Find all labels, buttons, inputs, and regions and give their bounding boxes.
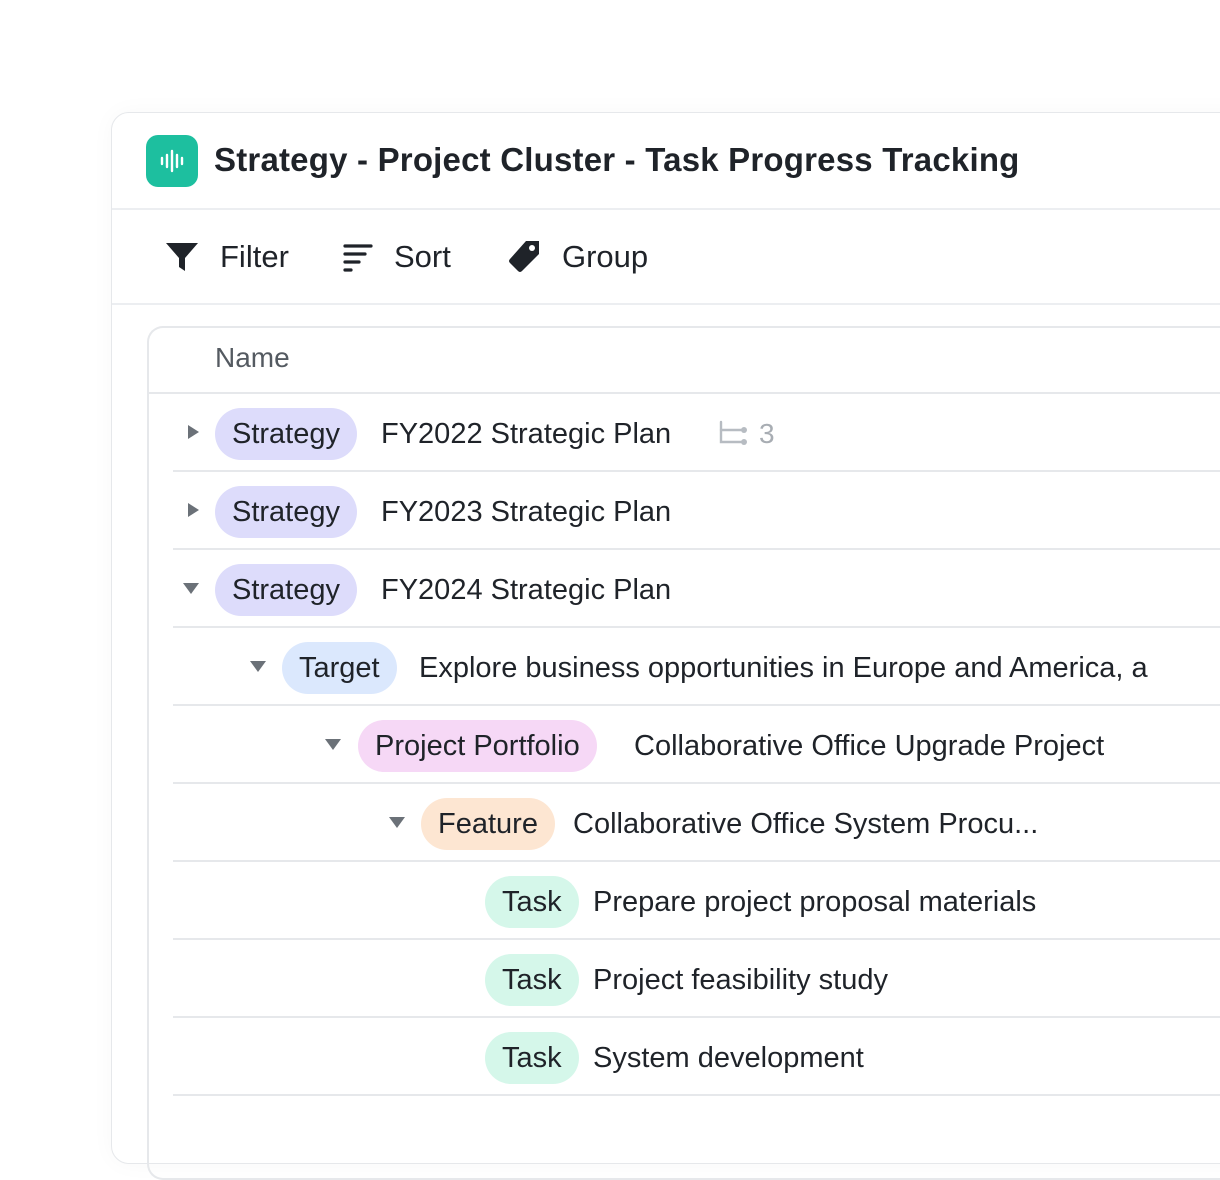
toolbar: Filter Sort Group: [112, 210, 1220, 305]
caret-right-icon[interactable]: [183, 500, 203, 520]
type-tag: Feature: [421, 798, 555, 850]
sort-label: Sort: [394, 238, 451, 274]
type-tag: Strategy: [215, 486, 357, 538]
type-tag: Task: [485, 954, 579, 1006]
row-title: Explore business opportunities in Europe…: [419, 652, 1148, 684]
row-title: FY2024 Strategic Plan: [381, 574, 672, 606]
tag-icon: [509, 240, 539, 272]
table-row[interactable]: Feature Collaborative Office System Proc…: [173, 784, 1220, 862]
table-row[interactable]: Strategy FY2023 Strategic Plan: [173, 472, 1220, 550]
row-title: System development: [593, 1042, 864, 1074]
caret-down-icon[interactable]: [181, 578, 201, 598]
group-button[interactable]: Group: [506, 210, 648, 303]
table-row[interactable]: Task Prepare project proposal materials: [173, 862, 1220, 940]
tree-table: Name Strategy FY2022 Strategic Plan 3 St…: [147, 326, 1220, 1180]
row-title: Prepare project proposal materials: [593, 886, 1037, 918]
row-title: Project feasibility study: [593, 964, 888, 996]
group-label: Group: [562, 238, 649, 274]
table-row[interactable]: Task Project feasibility study: [173, 940, 1220, 1018]
table-row[interactable]: Task System development: [173, 1018, 1220, 1096]
filter-button[interactable]: Filter: [164, 210, 289, 303]
subitem-count-value: 3: [759, 418, 775, 449]
type-tag: Strategy: [215, 564, 357, 616]
caret-down-icon[interactable]: [387, 812, 407, 832]
sort-icon: [343, 243, 373, 272]
table-row[interactable]: Strategy FY2022 Strategic Plan 3: [173, 394, 1220, 472]
row-title: FY2022 Strategic Plan: [381, 418, 672, 450]
table-row[interactable]: Strategy FY2024 Strategic Plan: [173, 550, 1220, 628]
row-title: FY2023 Strategic Plan: [381, 496, 672, 528]
type-tag: Target: [282, 642, 397, 694]
subitem-count: 3: [717, 408, 775, 460]
type-tag: Strategy: [215, 408, 357, 460]
table-row[interactable]: Project Portfolio Collaborative Office U…: [173, 706, 1220, 784]
type-tag: Task: [485, 876, 579, 928]
main-panel: Strategy - Project Cluster - Task Progre…: [111, 112, 1220, 1180]
sort-button[interactable]: Sort: [342, 210, 451, 303]
panel-header: Strategy - Project Cluster - Task Progre…: [112, 113, 1220, 210]
type-tag: Project Portfolio: [358, 720, 597, 772]
filter-label: Filter: [220, 238, 289, 274]
type-tag: Task: [485, 1032, 579, 1084]
subitems-icon: [719, 420, 747, 445]
page-title: Strategy - Project Cluster - Task Progre…: [214, 141, 1020, 178]
row-title: Collaborative Office System Procu...: [573, 808, 1039, 840]
waveform-icon: [146, 135, 198, 187]
caret-right-icon[interactable]: [183, 422, 203, 442]
table-row[interactable]: Target Explore business opportunities in…: [173, 628, 1220, 706]
caret-down-icon[interactable]: [248, 656, 268, 676]
filter-icon: [166, 242, 198, 271]
row-title: Collaborative Office Upgrade Project: [634, 730, 1105, 762]
column-name-header[interactable]: Name: [215, 342, 290, 374]
caret-down-icon[interactable]: [323, 734, 343, 754]
column-header: Name: [149, 328, 1220, 394]
